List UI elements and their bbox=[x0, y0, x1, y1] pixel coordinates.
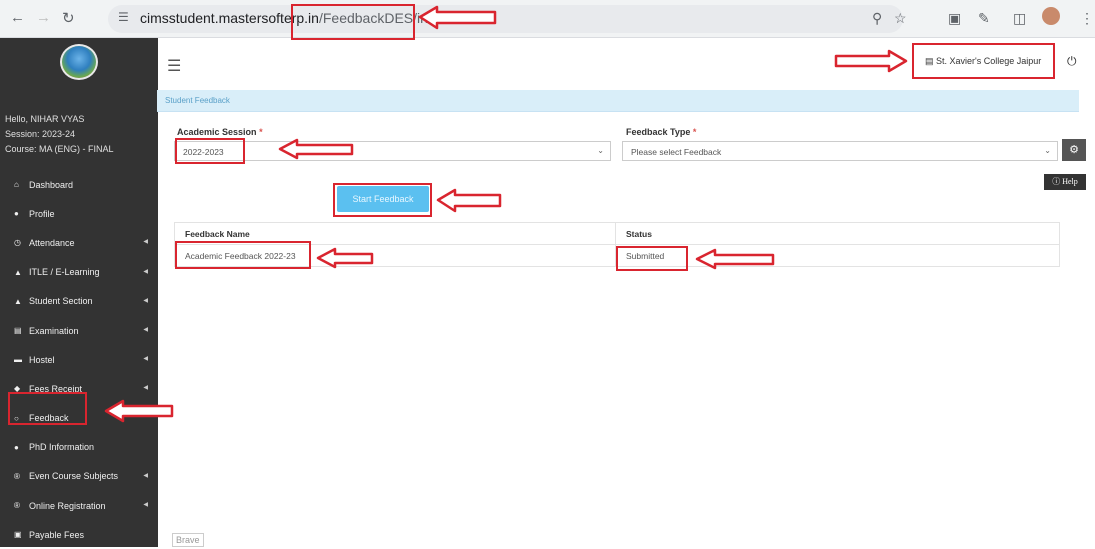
brave-label: Brave bbox=[172, 533, 204, 547]
user-greeting: Hello, NIHAR VYAS bbox=[5, 114, 85, 124]
annotation-box-status bbox=[616, 246, 688, 271]
sidebar-item-examination[interactable]: ▤ Examination ◀ bbox=[0, 316, 158, 345]
clock-icon: ◷ bbox=[14, 238, 21, 248]
forward-icon[interactable]: → bbox=[36, 9, 51, 26]
browser-menu-icon[interactable]: ⋮ bbox=[1080, 10, 1094, 27]
screencast-icon[interactable]: ▣ bbox=[948, 10, 961, 27]
sidebar-item-label: ITLE / E-Learning bbox=[29, 267, 100, 278]
user-course: Course: MA (ENG) - FINAL bbox=[5, 144, 114, 154]
bed-icon: ▬ bbox=[14, 355, 22, 365]
user-session: Session: 2023-24 bbox=[5, 129, 76, 139]
sidebar-item-profile[interactable]: ● Profile bbox=[0, 199, 158, 228]
annotation-box-college bbox=[912, 43, 1055, 79]
college-logo bbox=[60, 44, 98, 80]
chevron-left-icon: ◀ bbox=[143, 297, 148, 304]
sidebar-item-dashboard[interactable]: ⌂ Dashboard bbox=[0, 170, 158, 199]
help-button[interactable]: ⓘ Help bbox=[1044, 174, 1086, 190]
side-panel-icon[interactable]: ◫ bbox=[1013, 10, 1026, 27]
sidebar-item-hostel[interactable]: ▬ Hostel ◀ bbox=[0, 345, 158, 374]
sidebar-item-label: Online Registration bbox=[29, 500, 106, 511]
user-info: Hello, NIHAR VYAS Session: 2023-24 Cours… bbox=[5, 112, 114, 157]
feedback-type-select[interactable]: Please select Feedback ⌄ bbox=[622, 141, 1058, 161]
site-settings-icon[interactable]: ☰ bbox=[118, 10, 129, 24]
academic-session-label: Academic Session * bbox=[177, 127, 263, 137]
reload-icon[interactable]: ↻ bbox=[62, 9, 75, 27]
sidebar-item-label: Hostel bbox=[29, 354, 55, 365]
power-icon[interactable]: ⏻ bbox=[1067, 54, 1077, 69]
annotation-box-url bbox=[291, 4, 415, 40]
graduation-cap-icon: ▲ bbox=[14, 267, 22, 277]
chevron-left-icon: ◀ bbox=[143, 385, 148, 392]
annotation-box-feedback-name bbox=[175, 241, 311, 269]
annotation-arrows bbox=[104, 5, 908, 423]
sidebar-item-label: Profile bbox=[29, 208, 55, 219]
sidebar-item-online-registration[interactable]: ® Online Registration ◀ bbox=[0, 491, 158, 520]
sidebar-item-even-course-subjects[interactable]: ® Even Course Subjects ◀ bbox=[0, 462, 158, 491]
info-icon: ⓘ bbox=[1052, 177, 1061, 186]
card-header: Student Feedback bbox=[157, 90, 1079, 112]
sidebar-item-label: Student Section bbox=[29, 296, 93, 307]
annotation-box-start-button bbox=[333, 183, 432, 217]
chevron-left-icon: ◀ bbox=[143, 326, 148, 333]
sidebar-item-phd-information[interactable]: ● PhD Information bbox=[0, 433, 158, 462]
card-title: Student Feedback bbox=[165, 96, 230, 105]
annotation-box-feedback-menu bbox=[8, 392, 87, 425]
chevron-left-icon: ◀ bbox=[143, 356, 148, 363]
hamburger-menu-icon[interactable]: ☰ bbox=[167, 56, 181, 76]
dashboard-icon: ⌂ bbox=[14, 180, 19, 190]
sidebar-item-label: Dashboard bbox=[29, 179, 74, 190]
chevron-down-icon: ⌄ bbox=[1044, 146, 1051, 155]
sidebar-item-label: Examination bbox=[29, 325, 79, 336]
sidebar-item-attendance[interactable]: ◷ Attendance ◀ bbox=[0, 228, 158, 257]
sidebar-item-label: Even Course Subjects bbox=[29, 471, 119, 482]
sidebar-item-label: Attendance bbox=[29, 237, 75, 248]
extensions-icon[interactable]: ✎ bbox=[978, 10, 990, 27]
sidebar-item-label: Payable Fees bbox=[29, 529, 85, 540]
chevron-left-icon: ◀ bbox=[143, 239, 148, 246]
registered-icon: ® bbox=[14, 471, 20, 481]
browser-toolbar: ← → ↻ ☰ cimsstudent.mastersofterp.in/Fee… bbox=[0, 0, 1095, 38]
chevron-left-icon: ◀ bbox=[143, 472, 148, 479]
sidebar-menu: ⌂ Dashboard ● Profile ◷ Attendance ◀ ▲ ITLE / E-… bbox=[0, 170, 158, 549]
zoom-icon[interactable]: ⚲ bbox=[872, 10, 882, 27]
feedback-type-placeholder: Please select Feedback bbox=[631, 147, 722, 157]
info-icon: ● bbox=[14, 442, 19, 452]
sidebar-item-student-section[interactable]: ▲ Student Section ◀ bbox=[0, 287, 158, 316]
user-icon: ▲ bbox=[14, 296, 22, 306]
registered-icon: ® bbox=[14, 501, 20, 511]
back-icon[interactable]: ← bbox=[10, 9, 25, 26]
institution-icon: ▤ bbox=[14, 326, 22, 336]
gear-icon: ⚙ bbox=[1069, 144, 1079, 156]
chevron-left-icon: ◀ bbox=[143, 268, 148, 275]
column-header-status: Status bbox=[615, 222, 1060, 245]
money-icon: ▣ bbox=[14, 530, 22, 540]
sidebar-item-label: PhD Information bbox=[29, 442, 95, 453]
annotation-arrow-left bbox=[436, 188, 502, 213]
sidebar: Hello, NIHAR VYAS Session: 2023-24 Cours… bbox=[0, 38, 158, 547]
annotation-box-session bbox=[175, 138, 245, 164]
feedback-type-label: Feedback Type * bbox=[626, 127, 697, 137]
settings-gear-button[interactable]: ⚙ bbox=[1062, 139, 1086, 161]
bookmark-star-icon[interactable]: ☆ bbox=[894, 10, 907, 27]
chevron-left-icon: ◀ bbox=[143, 502, 148, 509]
profile-icon: ● bbox=[14, 209, 19, 219]
chevron-down-icon: ⌄ bbox=[597, 146, 604, 155]
profile-avatar-icon[interactable] bbox=[1042, 7, 1060, 25]
sidebar-item-itle-e-learning[interactable]: ▲ ITLE / E-Learning ◀ bbox=[0, 258, 158, 287]
annotation-arrow-right bbox=[834, 49, 908, 73]
sidebar-item-payable-fees[interactable]: ▣ Payable Fees bbox=[0, 520, 158, 549]
